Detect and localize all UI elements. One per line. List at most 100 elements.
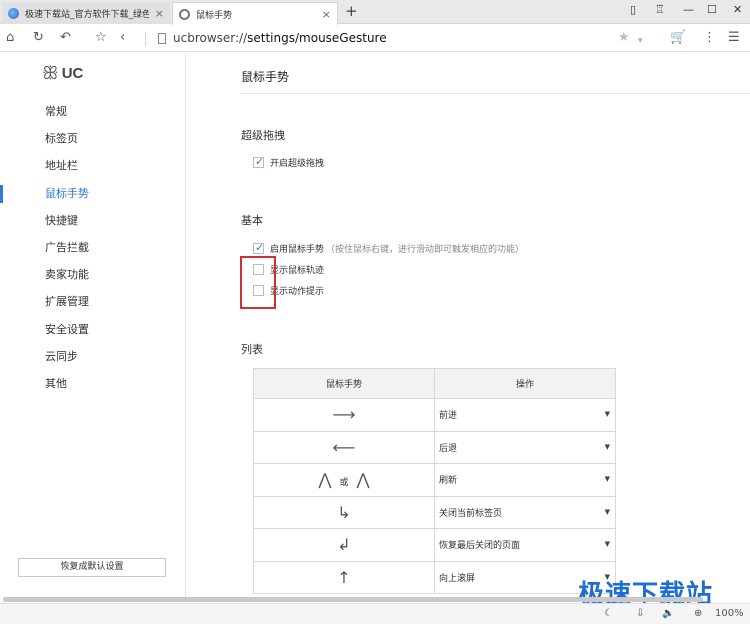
skin-icon[interactable]: ♖	[655, 3, 665, 16]
dropdown-arrow-icon: ▼	[604, 442, 610, 451]
undo-close-icon[interactable]: ↶	[60, 30, 71, 46]
minimize-button[interactable]: —	[683, 3, 694, 16]
highlight-box	[240, 256, 276, 309]
option-super-drag[interactable]: 开启超级拖拽	[253, 155, 325, 169]
status-bar: ☾ ⇩ 🔈 ⊕ 100%	[0, 603, 750, 624]
up-down-gesture-icon: ⋀ 或 ⋀	[253, 463, 435, 497]
arrow-up-gesture-icon: ↑	[253, 560, 435, 594]
checkbox[interactable]	[253, 155, 264, 168]
action-value: 恢复最后关闭的页面	[439, 541, 521, 552]
compact-mode-icon[interactable]: ▯	[630, 3, 636, 16]
option-enable-gesture[interactable]: 启用鼠标手势 （按住鼠标右键，进行滑动即可触发相应的功能）	[253, 241, 525, 255]
reset-defaults-button[interactable]: 恢复成默认设置	[18, 558, 166, 577]
globe-icon	[8, 7, 19, 19]
gear-icon	[179, 8, 190, 20]
down-right-gesture-icon: ↳	[253, 495, 435, 529]
section-heading-list: 列表	[241, 343, 263, 356]
column-header-action: 操作	[434, 368, 616, 399]
dropdown-arrow-icon: ▼	[604, 475, 610, 483]
or-label: 或	[339, 478, 349, 489]
settings-menu: 常规 标签页 地址栏 鼠标手势 快捷键 广告拦截 卖家功能 扩展管理 安全设置 …	[0, 103, 186, 402]
sidebar-item-seller[interactable]: 卖家功能	[0, 266, 186, 293]
close-window-button[interactable]: ✕	[733, 3, 742, 16]
sidebar-item-mouse-gesture[interactable]: 鼠标手势	[0, 184, 186, 212]
tab-title: 鼠标手势	[196, 10, 233, 21]
action-value: 向上滚屏	[439, 573, 476, 584]
night-mode-icon[interactable]: ☾	[604, 608, 613, 619]
tab-mouse-gesture[interactable]: 鼠标手势 ×	[172, 2, 338, 25]
action-value: 关闭当前标签页	[439, 508, 503, 519]
sidebar-item-cloud-sync[interactable]: 云同步	[0, 348, 186, 375]
action-value: 前进	[439, 411, 458, 422]
action-select[interactable]: 后退 ▼	[434, 430, 616, 464]
option-label: 开启超级拖拽	[270, 159, 325, 169]
zoom-icon[interactable]: ⊕	[694, 608, 702, 619]
table-row: ⟶ 前进 ▼	[253, 398, 616, 432]
cart-icon[interactable]: 🛒	[670, 30, 686, 46]
maximize-button[interactable]: ☐	[707, 3, 717, 16]
gesture-table: 鼠标手势 操作 ⟶ 前进 ▼ ⟵ 后退 ▼ ⋀ 或 ⋀ 刷新 ▼ ↳ 关闭当前标签页 ▼ ↲	[253, 368, 616, 594]
sidebar-item-general[interactable]: 常规	[0, 103, 186, 130]
tab-title: 极速下载站_官方软件下载_绿色	[25, 9, 149, 20]
up-left-gesture-icon: ↲	[253, 528, 435, 562]
home-icon[interactable]: ⌂	[6, 30, 14, 46]
table-row: ↑ 向上滚屏 ▼	[253, 560, 616, 594]
back-icon[interactable]: ‹	[120, 30, 125, 46]
url-path: settings/mouseGesture	[247, 31, 387, 45]
sidebar-item-tabs[interactable]: 标签页	[0, 130, 186, 157]
option-label: 启用鼠标手势	[270, 245, 325, 255]
bookmark-star-icon[interactable]: ★	[618, 30, 630, 46]
page-icon	[158, 33, 166, 44]
divider	[241, 93, 750, 94]
address-bar: ⌂ ↻ ↶ ☆ ‹ ucbrowser://settings/mouseGest…	[0, 25, 750, 52]
option-label: 显示动作提示	[270, 287, 325, 297]
hamburger-menu-icon[interactable]: ☰	[728, 30, 740, 46]
table-row: ⟵ 后退 ▼	[253, 430, 616, 464]
table-row: ⋀ 或 ⋀ 刷新 ▼	[253, 463, 616, 497]
refresh-icon[interactable]: ↻	[33, 30, 44, 46]
url-field[interactable]: ucbrowser://settings/mouseGesture	[173, 31, 387, 45]
sidebar-item-extensions[interactable]: 扩展管理	[0, 293, 186, 320]
option-hint: （按住鼠标右键，进行滑动即可触发相应的功能）	[326, 245, 525, 255]
uc-logo: ꕥ UC	[42, 63, 83, 84]
tab-jisu[interactable]: 极速下载站_官方软件下载_绿色 ×	[2, 2, 170, 24]
sidebar-item-security[interactable]: 安全设置	[0, 321, 186, 348]
download-icon[interactable]: ⇩	[636, 608, 644, 619]
sidebar-item-other[interactable]: 其他	[0, 375, 186, 402]
arrow-left-gesture-icon: ⟵	[253, 430, 435, 464]
action-select[interactable]: 前进 ▼	[434, 398, 616, 432]
sidebar-item-address-bar[interactable]: 地址栏	[0, 157, 186, 184]
action-value: 后退	[439, 443, 458, 454]
checkbox[interactable]	[253, 241, 264, 254]
sidebar-item-ad-block[interactable]: 广告拦截	[0, 239, 186, 266]
action-select[interactable]: 关闭当前标签页 ▼	[434, 495, 616, 529]
action-select[interactable]: 恢复最后关闭的页面 ▼	[434, 528, 616, 562]
table-header-row: 鼠标手势 操作	[253, 368, 616, 399]
column-header-gesture: 鼠标手势	[253, 368, 435, 399]
tab-bar: 极速下载站_官方软件下载_绿色 × 鼠标手势 × + ▯ ♖ — ☐ ✕	[0, 0, 750, 25]
close-tab-icon[interactable]: ×	[155, 7, 164, 20]
more-menu-icon[interactable]: ⋮	[703, 30, 716, 46]
chevron-down-icon[interactable]: ▾	[638, 33, 643, 49]
settings-main: 鼠标手势 超级拖拽 开启超级拖拽 基本 启用鼠标手势 （按住鼠标右键，进行滑动即…	[187, 53, 750, 598]
section-heading-basic: 基本	[241, 214, 263, 227]
sidebar-item-shortcuts[interactable]: 快捷键	[0, 212, 186, 239]
action-value: 刷新	[439, 476, 458, 487]
divider	[145, 32, 146, 46]
table-row: ↲ 恢复最后关闭的页面 ▼	[253, 528, 616, 562]
squirrel-icon: ꕥ	[42, 63, 59, 84]
action-select[interactable]: 刷新 ▼	[434, 463, 616, 497]
logo-text: UC	[61, 65, 84, 82]
option-label: 显示鼠标轨迹	[270, 266, 325, 276]
horizontal-scrollbar[interactable]	[3, 597, 703, 602]
zoom-level: 100%	[715, 608, 744, 619]
url-scheme: ucbrowser://	[173, 31, 248, 45]
new-tab-button[interactable]: +	[345, 2, 358, 20]
table-row: ↳ 关闭当前标签页 ▼	[253, 495, 616, 529]
volume-icon[interactable]: 🔈	[662, 608, 674, 619]
close-tab-icon[interactable]: ×	[322, 8, 331, 21]
star-icon[interactable]: ☆	[95, 30, 107, 46]
dropdown-arrow-icon: ▼	[604, 540, 610, 548]
page-title: 鼠标手势	[241, 70, 290, 84]
section-heading-super-drag: 超级拖拽	[241, 129, 285, 142]
